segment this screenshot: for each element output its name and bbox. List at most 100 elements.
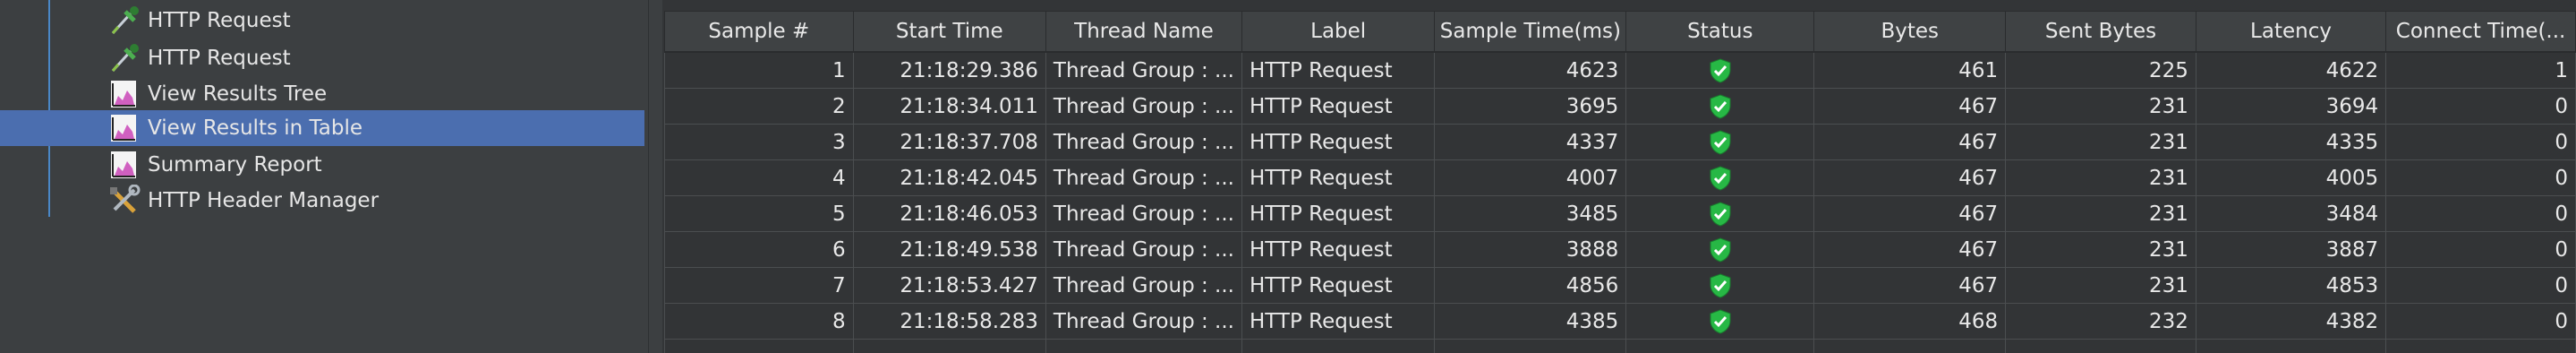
- cell-sample-number: 7: [664, 267, 854, 304]
- tree-item-http-request-2[interactable]: HTTP Request: [0, 40, 644, 76]
- tree-item-label: HTTP Header Manager: [148, 189, 380, 212]
- cell-sent-bytes: 231: [2005, 267, 2196, 304]
- cell-start-time: 21:18:42.045: [852, 159, 1046, 196]
- cell-latency: 4005: [2195, 159, 2387, 196]
- success-shield-icon: [1710, 57, 1731, 83]
- tree-item-summary-report[interactable]: Summary Report: [0, 147, 644, 183]
- column-header-label[interactable]: Label: [1241, 11, 1436, 53]
- cell-status: [1625, 231, 1815, 268]
- cell-label: HTTP Request: [1241, 231, 1436, 268]
- success-shield-icon: [1710, 201, 1731, 227]
- cell-thread-name: Thread Group : ...: [1045, 267, 1242, 304]
- cell-latency: 3887: [2195, 231, 2387, 268]
- cell-thread-name: Thread Group : ...: [1045, 159, 1242, 196]
- cell-thread-name: Thread Group : ...: [1045, 124, 1242, 160]
- panel-splitter[interactable]: [648, 0, 661, 353]
- column-header-sent-bytes[interactable]: Sent Bytes: [2005, 11, 2196, 53]
- graph-icon: [111, 81, 136, 108]
- cell-sample-time: 4623: [1434, 51, 1627, 89]
- cell-sample-time: 3485: [1434, 195, 1627, 232]
- tree-item-http-request-1[interactable]: HTTP Request: [0, 3, 644, 39]
- column-header-sample-number[interactable]: Sample #: [664, 11, 854, 53]
- table-row[interactable]: 8 21:18:58.283 Thread Group : ... HTTP R…: [664, 303, 2576, 340]
- table-row[interactable]: 3 21:18:37.708 Thread Group : ... HTTP R…: [664, 124, 2576, 160]
- column-header-status[interactable]: Status: [1625, 11, 1815, 53]
- pipette-icon: [111, 44, 139, 73]
- column-header-start-time[interactable]: Start Time: [852, 11, 1046, 53]
- column-header-latency[interactable]: Latency: [2195, 11, 2387, 53]
- cell-connect-time: 0: [2385, 124, 2576, 160]
- table-row[interactable]: 2 21:18:34.011 Thread Group : ... HTTP R…: [664, 88, 2576, 125]
- cell-latency: 4622: [2195, 51, 2387, 89]
- table-row[interactable]: 4 21:18:42.045 Thread Group : ... HTTP R…: [664, 159, 2576, 196]
- cell-bytes: 467: [1813, 195, 2007, 232]
- cell-status: [1625, 303, 1815, 340]
- cell-latency: 4335: [2195, 124, 2387, 160]
- cell-label: HTTP Request: [1241, 51, 1436, 89]
- cell-bytes: 468: [1813, 303, 2007, 340]
- empty-cell: [1625, 339, 1815, 353]
- tree-item-http-header-manager[interactable]: HTTP Header Manager: [0, 183, 644, 219]
- test-plan-tree: HTTP Request HTTP Request View Results T…: [0, 0, 648, 353]
- cell-connect-time: 0: [2385, 303, 2576, 340]
- cell-start-time: 21:18:37.708: [852, 124, 1046, 160]
- cell-sample-time: 3695: [1434, 88, 1627, 125]
- cell-start-time: 21:18:53.427: [852, 267, 1046, 304]
- cell-sample-number: 6: [664, 231, 854, 268]
- cell-bytes: 461: [1813, 51, 2007, 89]
- cell-status: [1625, 51, 1815, 89]
- cell-bytes: 467: [1813, 124, 2007, 160]
- cell-status: [1625, 159, 1815, 196]
- cell-label: HTTP Request: [1241, 195, 1436, 232]
- cell-start-time: 21:18:49.538: [852, 231, 1046, 268]
- cell-sample-number: 5: [664, 195, 854, 232]
- empty-cell: [2385, 339, 2576, 353]
- empty-cell: [2005, 339, 2196, 353]
- cell-sample-time: 4337: [1434, 124, 1627, 160]
- cell-label: HTTP Request: [1241, 303, 1436, 340]
- table-row[interactable]: 5 21:18:46.053 Thread Group : ... HTTP R…: [664, 195, 2576, 232]
- graph-icon: [111, 115, 136, 142]
- cell-latency: 3694: [2195, 88, 2387, 125]
- cell-sent-bytes: 231: [2005, 195, 2196, 232]
- tree-item-label: HTTP Request: [148, 47, 291, 70]
- success-shield-icon: [1710, 237, 1731, 263]
- empty-row: [664, 339, 2576, 353]
- cell-status: [1625, 88, 1815, 125]
- column-header-connect-time[interactable]: Connect Time(...: [2385, 11, 2576, 53]
- cell-sample-number: 8: [664, 303, 854, 340]
- cell-sent-bytes: 231: [2005, 124, 2196, 160]
- cell-bytes: 467: [1813, 267, 2007, 304]
- cell-sent-bytes: 231: [2005, 88, 2196, 125]
- cell-sample-number: 1: [664, 51, 854, 89]
- tree-item-view-results-tree[interactable]: View Results Tree: [0, 76, 644, 112]
- cell-bytes: 467: [1813, 159, 2007, 196]
- cell-start-time: 21:18:29.386: [852, 51, 1046, 89]
- cell-bytes: 467: [1813, 231, 2007, 268]
- pipette-icon: [111, 6, 139, 35]
- table-row[interactable]: 1 21:18:29.386 Thread Group : ... HTTP R…: [664, 51, 2576, 89]
- tree-item-label: Summary Report: [148, 153, 322, 176]
- empty-cell: [852, 339, 1046, 353]
- cell-start-time: 21:18:46.053: [852, 195, 1046, 232]
- cell-status: [1625, 124, 1815, 160]
- empty-cell: [664, 339, 854, 353]
- cell-sample-time: 4385: [1434, 303, 1627, 340]
- empty-cell: [1241, 339, 1436, 353]
- cell-sample-time: 4007: [1434, 159, 1627, 196]
- cell-label: HTTP Request: [1241, 88, 1436, 125]
- empty-cell: [1045, 339, 1242, 353]
- tree-item-label: View Results Tree: [148, 82, 328, 106]
- column-header-sample-time[interactable]: Sample Time(ms): [1434, 11, 1627, 53]
- cell-label: HTTP Request: [1241, 267, 1436, 304]
- success-shield-icon: [1710, 165, 1731, 191]
- table-row[interactable]: 7 21:18:53.427 Thread Group : ... HTTP R…: [664, 267, 2576, 304]
- cell-thread-name: Thread Group : ...: [1045, 88, 1242, 125]
- column-header-bytes[interactable]: Bytes: [1813, 11, 2007, 53]
- table-row[interactable]: 6 21:18:49.538 Thread Group : ... HTTP R…: [664, 231, 2576, 268]
- cell-label: HTTP Request: [1241, 159, 1436, 196]
- column-header-thread-name[interactable]: Thread Name: [1045, 11, 1242, 53]
- cell-connect-time: 0: [2385, 159, 2576, 196]
- cell-sent-bytes: 231: [2005, 159, 2196, 196]
- tree-item-view-results-in-table[interactable]: View Results in Table: [0, 110, 644, 146]
